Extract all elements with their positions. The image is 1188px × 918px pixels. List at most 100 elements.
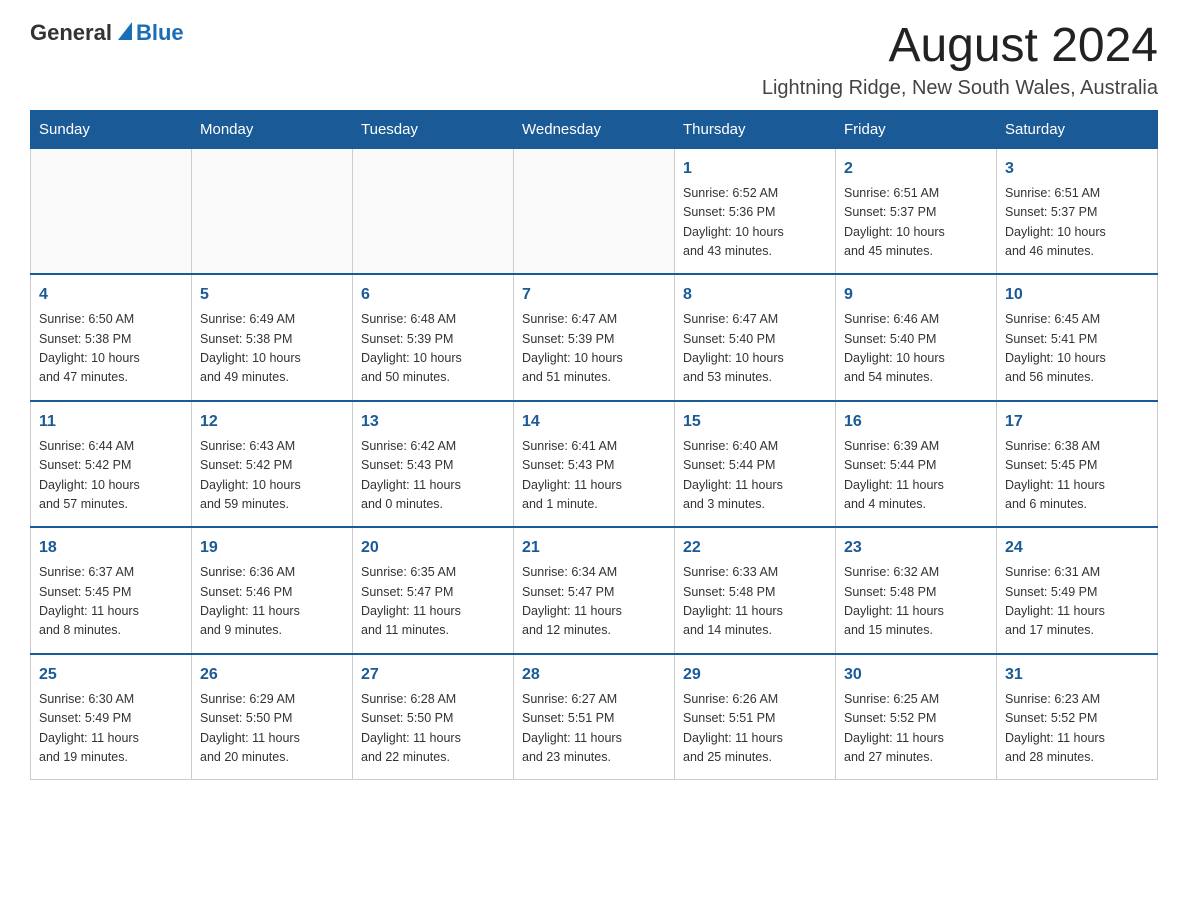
calendar-cell: 19 Sunrise: 6:36 AM Sunset: 5:46 PM Dayli…	[192, 527, 353, 654]
calendar-cell: 22Sunrise: 6:33 AM Sunset: 5:48 PM Dayli…	[675, 527, 836, 654]
day-number: 27	[361, 663, 505, 687]
calendar-cell: 24 Sunrise: 6:31 AM Sunset: 5:49 PM Dayli…	[997, 527, 1158, 654]
day-info: Sunrise: 6:30 AM Sunset: 5:49 PM Dayligh…	[39, 690, 183, 768]
day-number: 7	[522, 283, 666, 307]
calendar-cell: 7 Sunrise: 6:47 AM Sunset: 5:39 PM Daylig…	[514, 274, 675, 401]
calendar-cell: 1 Sunrise: 6:52 AM Sunset: 5:36 PM Daylig…	[675, 148, 836, 274]
calendar-week-row: 25 Sunrise: 6:30 AM Sunset: 5:49 PM Dayli…	[31, 654, 1158, 780]
day-number: 5	[200, 283, 344, 307]
calendar-cell: 25 Sunrise: 6:30 AM Sunset: 5:49 PM Dayli…	[31, 654, 192, 780]
calendar-cell: 8 Sunrise: 6:47 AM Sunset: 5:40 PM Daylig…	[675, 274, 836, 401]
day-info: Sunrise: 6:47 AM Sunset: 5:40 PM Dayligh…	[683, 310, 827, 388]
logo-blue: Blue	[136, 20, 184, 46]
day-info: Sunrise: 6:36 AM Sunset: 5:46 PM Dayligh…	[200, 563, 344, 641]
calendar-cell: 21 Sunrise: 6:34 AM Sunset: 5:47 PM Dayli…	[514, 527, 675, 654]
calendar-cell: 23 Sunrise: 6:32 AM Sunset: 5:48 PM Dayli…	[836, 527, 997, 654]
calendar-cell: 30 Sunrise: 6:25 AM Sunset: 5:52 PM Dayli…	[836, 654, 997, 780]
calendar-cell: 26 Sunrise: 6:29 AM Sunset: 5:50 PM Dayli…	[192, 654, 353, 780]
day-number: 14	[522, 410, 666, 434]
day-info: Sunrise: 6:26 AM Sunset: 5:51 PM Dayligh…	[683, 690, 827, 768]
calendar-cell: 3 Sunrise: 6:51 AM Sunset: 5:37 PM Daylig…	[997, 148, 1158, 274]
day-number: 9	[844, 283, 988, 307]
day-info: Sunrise: 6:48 AM Sunset: 5:39 PM Dayligh…	[361, 310, 505, 388]
weekday-header-wednesday: Wednesday	[514, 110, 675, 148]
day-info: Sunrise: 6:50 AM Sunset: 5:38 PM Dayligh…	[39, 310, 183, 388]
day-info: Sunrise: 6:31 AM Sunset: 5:49 PM Dayligh…	[1005, 563, 1149, 641]
calendar-cell: 4 Sunrise: 6:50 AM Sunset: 5:38 PM Daylig…	[31, 274, 192, 401]
calendar-week-row: 11Sunrise: 6:44 AM Sunset: 5:42 PM Dayli…	[31, 401, 1158, 528]
day-number: 24	[1005, 536, 1149, 560]
calendar-cell: 20 Sunrise: 6:35 AM Sunset: 5:47 PM Dayli…	[353, 527, 514, 654]
day-info: Sunrise: 6:47 AM Sunset: 5:39 PM Dayligh…	[522, 310, 666, 388]
calendar-cell: 18 Sunrise: 6:37 AM Sunset: 5:45 PM Dayli…	[31, 527, 192, 654]
day-info: Sunrise: 6:41 AM Sunset: 5:43 PM Dayligh…	[522, 437, 666, 515]
calendar-cell: 11Sunrise: 6:44 AM Sunset: 5:42 PM Dayli…	[31, 401, 192, 528]
day-info: Sunrise: 6:29 AM Sunset: 5:50 PM Dayligh…	[200, 690, 344, 768]
calendar-cell: 16Sunrise: 6:39 AM Sunset: 5:44 PM Dayli…	[836, 401, 997, 528]
day-number: 23	[844, 536, 988, 560]
day-number: 29	[683, 663, 827, 687]
day-number: 20	[361, 536, 505, 560]
day-number: 18	[39, 536, 183, 560]
weekday-header-thursday: Thursday	[675, 110, 836, 148]
day-number: 21	[522, 536, 666, 560]
weekday-header-friday: Friday	[836, 110, 997, 148]
calendar-cell: 17Sunrise: 6:38 AM Sunset: 5:45 PM Dayli…	[997, 401, 1158, 528]
day-number: 4	[39, 283, 183, 307]
day-info: Sunrise: 6:45 AM Sunset: 5:41 PM Dayligh…	[1005, 310, 1149, 388]
day-number: 1	[683, 157, 827, 181]
day-info: Sunrise: 6:51 AM Sunset: 5:37 PM Dayligh…	[844, 184, 988, 262]
day-number: 19	[200, 536, 344, 560]
calendar-cell: 15Sunrise: 6:40 AM Sunset: 5:44 PM Dayli…	[675, 401, 836, 528]
day-number: 25	[39, 663, 183, 687]
day-number: 3	[1005, 157, 1149, 181]
day-number: 8	[683, 283, 827, 307]
day-info: Sunrise: 6:27 AM Sunset: 5:51 PM Dayligh…	[522, 690, 666, 768]
day-number: 12	[200, 410, 344, 434]
day-number: 6	[361, 283, 505, 307]
day-info: Sunrise: 6:42 AM Sunset: 5:43 PM Dayligh…	[361, 437, 505, 515]
weekday-header-saturday: Saturday	[997, 110, 1158, 148]
calendar-cell: 13 Sunrise: 6:42 AM Sunset: 5:43 PM Dayli…	[353, 401, 514, 528]
day-info: Sunrise: 6:37 AM Sunset: 5:45 PM Dayligh…	[39, 563, 183, 641]
month-title: August 2024	[762, 20, 1158, 73]
calendar-cell: 2 Sunrise: 6:51 AM Sunset: 5:37 PM Daylig…	[836, 148, 997, 274]
weekday-header-tuesday: Tuesday	[353, 110, 514, 148]
day-number: 22	[683, 536, 827, 560]
calendar-cell: 14 Sunrise: 6:41 AM Sunset: 5:43 PM Dayli…	[514, 401, 675, 528]
weekday-header-row: SundayMondayTuesdayWednesdayThursdayFrid…	[31, 110, 1158, 148]
day-number: 26	[200, 663, 344, 687]
day-info: Sunrise: 6:32 AM Sunset: 5:48 PM Dayligh…	[844, 563, 988, 641]
day-number: 13	[361, 410, 505, 434]
calendar-cell: 31Sunrise: 6:23 AM Sunset: 5:52 PM Dayli…	[997, 654, 1158, 780]
day-info: Sunrise: 6:25 AM Sunset: 5:52 PM Dayligh…	[844, 690, 988, 768]
calendar-cell: 9 Sunrise: 6:46 AM Sunset: 5:40 PM Daylig…	[836, 274, 997, 401]
day-info: Sunrise: 6:40 AM Sunset: 5:44 PM Dayligh…	[683, 437, 827, 515]
day-info: Sunrise: 6:52 AM Sunset: 5:36 PM Dayligh…	[683, 184, 827, 262]
calendar-cell: 12Sunrise: 6:43 AM Sunset: 5:42 PM Dayli…	[192, 401, 353, 528]
day-info: Sunrise: 6:49 AM Sunset: 5:38 PM Dayligh…	[200, 310, 344, 388]
day-info: Sunrise: 6:46 AM Sunset: 5:40 PM Dayligh…	[844, 310, 988, 388]
calendar-week-row: 18 Sunrise: 6:37 AM Sunset: 5:45 PM Dayli…	[31, 527, 1158, 654]
logo: General Blue	[30, 20, 184, 46]
day-info: Sunrise: 6:38 AM Sunset: 5:45 PM Dayligh…	[1005, 437, 1149, 515]
day-info: Sunrise: 6:44 AM Sunset: 5:42 PM Dayligh…	[39, 437, 183, 515]
day-info: Sunrise: 6:23 AM Sunset: 5:52 PM Dayligh…	[1005, 690, 1149, 768]
day-number: 28	[522, 663, 666, 687]
weekday-header-sunday: Sunday	[31, 110, 192, 148]
day-info: Sunrise: 6:39 AM Sunset: 5:44 PM Dayligh…	[844, 437, 988, 515]
calendar-week-row: 4 Sunrise: 6:50 AM Sunset: 5:38 PM Daylig…	[31, 274, 1158, 401]
day-info: Sunrise: 6:51 AM Sunset: 5:37 PM Dayligh…	[1005, 184, 1149, 262]
day-number: 30	[844, 663, 988, 687]
day-info: Sunrise: 6:35 AM Sunset: 5:47 PM Dayligh…	[361, 563, 505, 641]
calendar-cell	[192, 148, 353, 274]
logo-triangle-icon	[118, 22, 132, 40]
calendar-cell: 6 Sunrise: 6:48 AM Sunset: 5:39 PM Daylig…	[353, 274, 514, 401]
logo-general: General	[30, 20, 112, 46]
page-header: General Blue August 2024 Lightning Ridge…	[30, 20, 1158, 100]
weekday-header-monday: Monday	[192, 110, 353, 148]
calendar-cell: 5 Sunrise: 6:49 AM Sunset: 5:38 PM Daylig…	[192, 274, 353, 401]
location-subtitle: Lightning Ridge, New South Wales, Austra…	[762, 77, 1158, 100]
day-number: 2	[844, 157, 988, 181]
day-info: Sunrise: 6:34 AM Sunset: 5:47 PM Dayligh…	[522, 563, 666, 641]
